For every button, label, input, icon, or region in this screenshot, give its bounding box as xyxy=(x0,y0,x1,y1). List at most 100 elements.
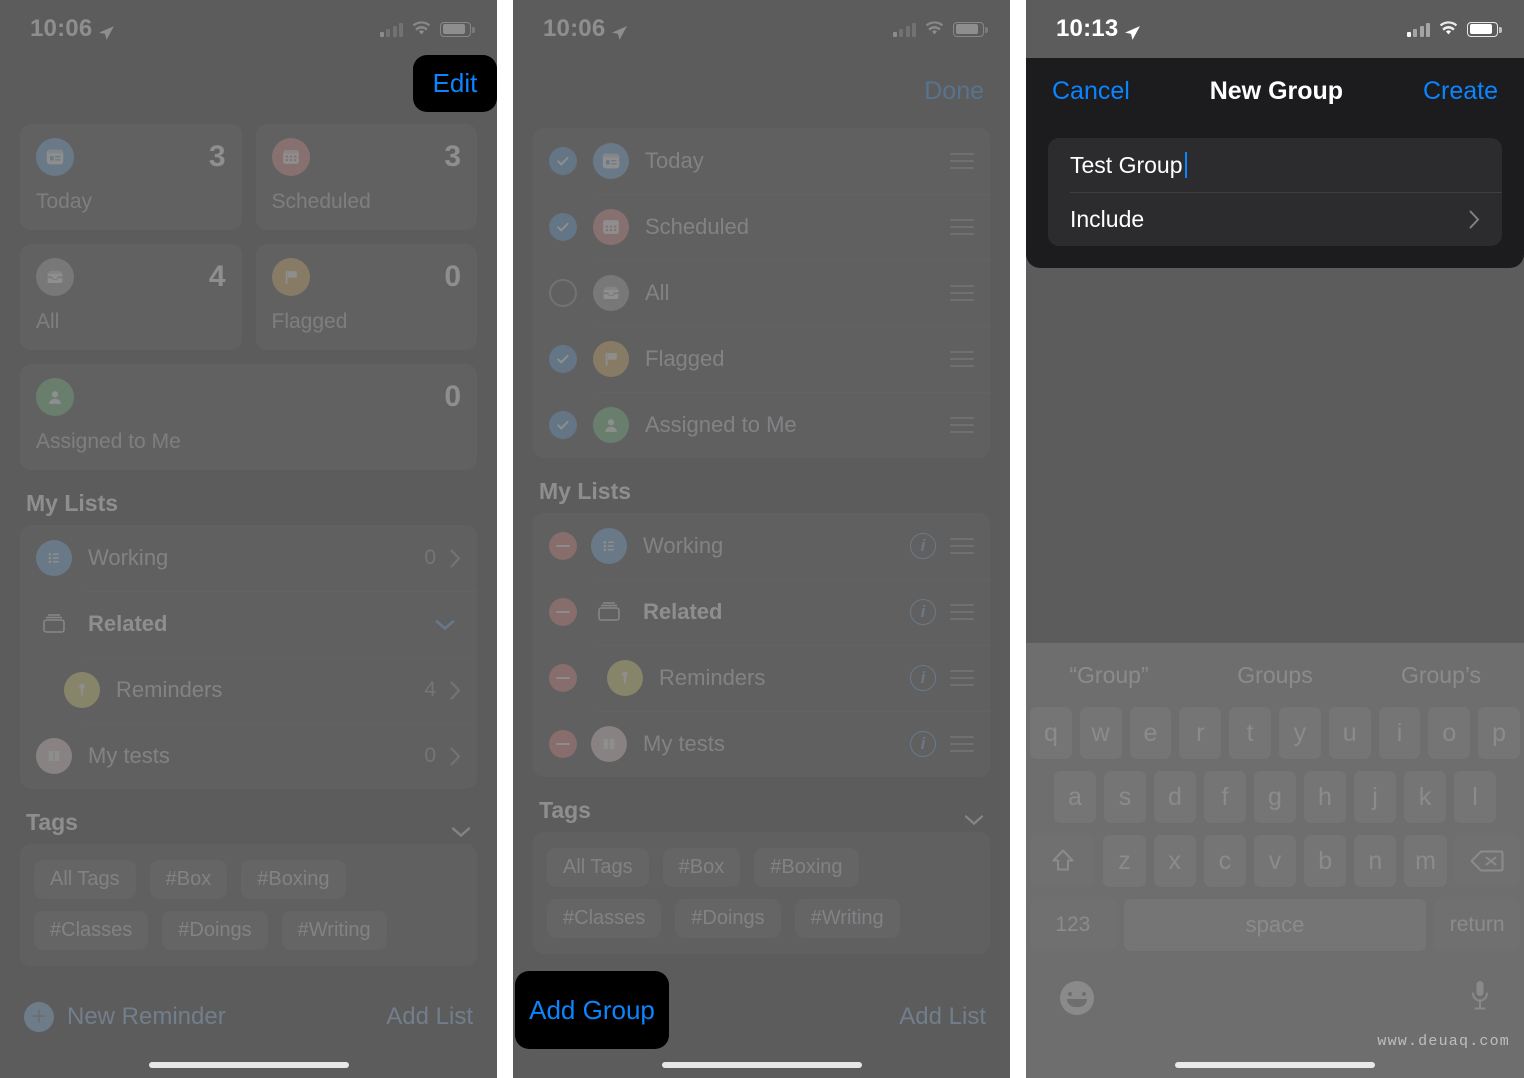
key-v[interactable]: v xyxy=(1253,835,1297,887)
tag-chip[interactable]: #Writing xyxy=(794,899,900,938)
key-b[interactable]: b xyxy=(1304,835,1347,887)
delete-minus-icon[interactable] xyxy=(549,598,577,626)
drag-handle-icon[interactable] xyxy=(950,670,974,686)
tag-chip[interactable]: #Classes xyxy=(34,911,149,950)
smart-list-tile-all[interactable]: 4 All xyxy=(20,244,242,350)
key-p[interactable]: p xyxy=(1478,707,1520,759)
info-icon[interactable]: i xyxy=(910,665,936,691)
highlight-add-group-button[interactable]: Add Group xyxy=(515,971,669,1049)
delete-minus-icon[interactable] xyxy=(549,664,577,692)
drag-handle-icon[interactable] xyxy=(950,417,974,433)
edit-row-scheduled[interactable]: Scheduled xyxy=(533,194,990,260)
tag-chip[interactable]: All Tags xyxy=(34,860,136,899)
smart-list-tile-scheduled[interactable]: 3 Scheduled xyxy=(255,124,477,230)
list-item-working[interactable]: Working 0 xyxy=(20,525,477,591)
key-c[interactable]: c xyxy=(1203,835,1246,887)
checkbox-unchecked-icon[interactable] xyxy=(549,279,577,307)
drag-handle-icon[interactable] xyxy=(950,351,974,367)
new-reminder-button[interactable]: + New Reminder xyxy=(24,1002,226,1032)
add-list-button[interactable]: Add List xyxy=(386,1003,473,1031)
group-name-field[interactable]: Test Group xyxy=(1048,138,1502,192)
return-key[interactable]: return xyxy=(1434,899,1520,951)
key-r[interactable]: r xyxy=(1179,707,1222,759)
key-e[interactable]: e xyxy=(1129,707,1172,759)
drag-handle-icon[interactable] xyxy=(950,285,974,301)
suggestion-chip[interactable]: “Group” xyxy=(1026,662,1192,689)
highlight-edit-button[interactable]: Edit xyxy=(413,55,497,112)
chevron-down-icon[interactable] xyxy=(964,805,984,825)
edit-row-flagged[interactable]: Flagged xyxy=(533,326,990,392)
edit-list-row-my-tests[interactable]: My tests i xyxy=(533,711,990,777)
edit-row-assigned-to-me[interactable]: Assigned to Me xyxy=(533,392,990,458)
key-x[interactable]: x xyxy=(1153,835,1196,887)
checkbox-checked-icon[interactable] xyxy=(549,411,577,439)
shift-icon[interactable] xyxy=(1030,835,1096,887)
tag-chip[interactable]: #Box xyxy=(662,848,741,887)
key-j[interactable]: j xyxy=(1354,771,1396,823)
tag-chip[interactable]: #Boxing xyxy=(241,860,346,899)
key-t[interactable]: t xyxy=(1229,707,1271,759)
smart-list-tile-today[interactable]: 3 Today xyxy=(20,124,242,230)
done-button[interactable]: Done xyxy=(924,77,984,106)
key-i[interactable]: i xyxy=(1378,707,1421,759)
tag-chip[interactable]: #Doings xyxy=(675,899,781,938)
create-button[interactable]: Create xyxy=(1423,77,1498,106)
drag-handle-icon[interactable] xyxy=(950,736,974,752)
key-s[interactable]: s xyxy=(1104,771,1146,823)
chevron-down-icon[interactable] xyxy=(451,817,471,837)
delete-minus-icon[interactable] xyxy=(549,730,577,758)
key-z[interactable]: z xyxy=(1103,835,1146,887)
key-g[interactable]: g xyxy=(1254,771,1296,823)
smart-list-tile-assigned-to-me[interactable]: 0 Assigned to Me xyxy=(20,364,477,470)
tag-chip[interactable]: #Classes xyxy=(547,899,662,938)
info-icon[interactable]: i xyxy=(910,731,936,757)
tag-chip[interactable]: All Tags xyxy=(547,848,649,887)
list-item-reminders[interactable]: Reminders 4 xyxy=(20,657,477,723)
key-n[interactable]: n xyxy=(1354,835,1397,887)
suggestion-chip[interactable]: Group’s xyxy=(1358,662,1524,689)
edit-list-row-reminders[interactable]: Reminders i xyxy=(533,645,990,711)
edit-row-all[interactable]: All xyxy=(533,260,990,326)
edit-row-today[interactable]: Today xyxy=(533,128,990,194)
tag-chip[interactable]: #Boxing xyxy=(754,848,859,887)
key-a[interactable]: a xyxy=(1054,771,1096,823)
key-o[interactable]: o xyxy=(1428,707,1471,759)
tag-chip[interactable]: #Box xyxy=(149,860,228,899)
checkbox-checked-icon[interactable] xyxy=(549,213,577,241)
delete-minus-icon[interactable] xyxy=(549,532,577,560)
checkbox-checked-icon[interactable] xyxy=(549,345,577,373)
edit-list-row-working[interactable]: Working i xyxy=(533,513,990,579)
chevron-down-icon[interactable] xyxy=(435,618,455,631)
edit-list-row-related[interactable]: Related i xyxy=(533,579,990,645)
emoji-icon[interactable] xyxy=(1060,981,1094,1015)
key-u[interactable]: u xyxy=(1328,707,1371,759)
key-k[interactable]: k xyxy=(1404,771,1446,823)
microphone-icon[interactable] xyxy=(1470,979,1490,1018)
tag-chip[interactable]: #Writing xyxy=(281,911,387,950)
drag-handle-icon[interactable] xyxy=(950,538,974,554)
smart-list-tile-flagged[interactable]: 0 Flagged xyxy=(255,244,477,350)
key-h[interactable]: h xyxy=(1304,771,1346,823)
list-group-related[interactable]: Related xyxy=(20,591,477,657)
backspace-icon[interactable] xyxy=(1454,835,1520,887)
suggestion-chip[interactable]: Groups xyxy=(1192,662,1358,689)
key-m[interactable]: m xyxy=(1404,835,1447,887)
key-f[interactable]: f xyxy=(1204,771,1246,823)
cancel-button[interactable]: Cancel xyxy=(1052,77,1130,106)
drag-handle-icon[interactable] xyxy=(950,604,974,620)
add-list-button[interactable]: Add List xyxy=(899,1003,986,1031)
info-icon[interactable]: i xyxy=(910,599,936,625)
key-w[interactable]: w xyxy=(1079,707,1122,759)
tag-chip[interactable]: #Doings xyxy=(162,911,268,950)
key-l[interactable]: l xyxy=(1454,771,1496,823)
key-q[interactable]: q xyxy=(1030,707,1072,759)
key-d[interactable]: d xyxy=(1154,771,1196,823)
numbers-key[interactable]: 123 xyxy=(1030,899,1116,951)
drag-handle-icon[interactable] xyxy=(950,219,974,235)
info-icon[interactable]: i xyxy=(910,533,936,559)
space-key[interactable]: space xyxy=(1123,899,1427,951)
key-y[interactable]: y xyxy=(1279,707,1321,759)
drag-handle-icon[interactable] xyxy=(950,153,974,169)
include-row[interactable]: Include xyxy=(1048,192,1502,246)
list-item-my-tests[interactable]: My tests 0 xyxy=(20,723,477,789)
